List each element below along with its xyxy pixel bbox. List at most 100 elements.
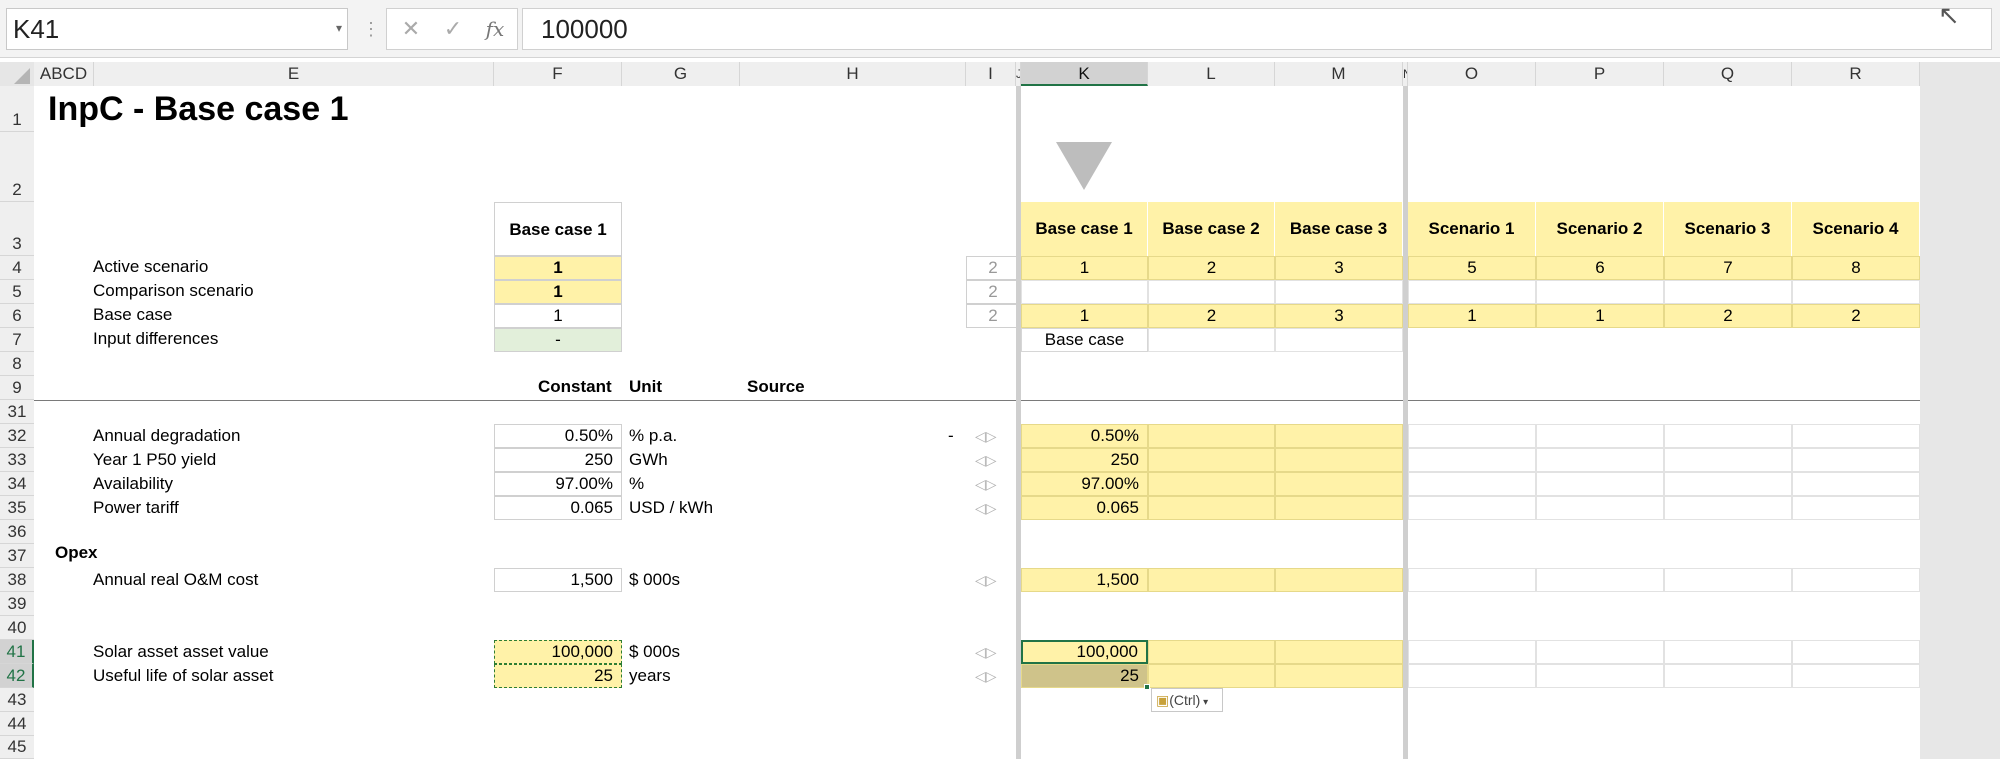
scenario-empty-degradation-0[interactable]: [1408, 424, 1536, 448]
m-useful-life-cell[interactable]: [1275, 664, 1403, 688]
column-header-l[interactable]: L: [1148, 62, 1275, 86]
freeze-pane-divider[interactable]: [1016, 86, 1021, 759]
base-case-value-0[interactable]: 1: [1021, 304, 1148, 328]
k-yield-cell[interactable]: 250: [1021, 448, 1148, 472]
copy-arrows-icon[interactable]: ◁▷: [975, 497, 997, 519]
comparison-empty-3[interactable]: [1408, 280, 1536, 304]
i-row6-cell[interactable]: 2: [966, 304, 1020, 328]
l-availability-cell[interactable]: [1148, 472, 1275, 496]
column-header-o[interactable]: O: [1408, 62, 1536, 86]
row-header-44[interactable]: 44: [0, 712, 34, 736]
row-header-2[interactable]: 2: [0, 132, 34, 202]
scenario-empty-asset-value-1[interactable]: [1536, 640, 1664, 664]
scenario-header-5[interactable]: Scenario 3: [1664, 202, 1792, 256]
row-header-4[interactable]: 4: [0, 256, 34, 280]
active-scenario-value-6[interactable]: 8: [1792, 256, 1920, 280]
active-scenario-value-3[interactable]: 5: [1408, 256, 1536, 280]
scenario-empty-om-2[interactable]: [1664, 568, 1792, 592]
comparison-empty-0[interactable]: [1021, 280, 1148, 304]
scenario-empty-availability-2[interactable]: [1664, 472, 1792, 496]
scenario-empty-yield-3[interactable]: [1792, 448, 1920, 472]
scenario-empty-useful-life-3[interactable]: [1792, 664, 1920, 688]
l-tariff-cell[interactable]: [1148, 496, 1275, 520]
column-header-q[interactable]: Q: [1664, 62, 1792, 86]
comparison-empty-5[interactable]: [1664, 280, 1792, 304]
copy-arrows-icon[interactable]: ◁▷: [975, 641, 997, 663]
f-header-cell[interactable]: Base case 1: [494, 202, 622, 256]
k-useful-life-cell[interactable]: 25: [1021, 664, 1148, 688]
row-header-39[interactable]: 39: [0, 592, 34, 616]
column-header-r[interactable]: R: [1792, 62, 1920, 86]
scenario-empty-tariff-1[interactable]: [1536, 496, 1664, 520]
f-om-cell[interactable]: 1,500: [494, 568, 622, 592]
f-useful-life-cell[interactable]: 25: [494, 664, 622, 688]
row-header-9[interactable]: 9: [0, 376, 34, 400]
m-tariff-cell[interactable]: [1275, 496, 1403, 520]
f-base-cell[interactable]: 1: [494, 304, 622, 328]
scenario-empty-tariff-3[interactable]: [1792, 496, 1920, 520]
scenario-empty-asset-value-2[interactable]: [1664, 640, 1792, 664]
f-yield-cell[interactable]: 250: [494, 448, 622, 472]
copy-arrows-icon[interactable]: ◁▷: [975, 473, 997, 495]
scenario-header-3[interactable]: Scenario 1: [1408, 202, 1536, 256]
column-header-f[interactable]: F: [494, 62, 622, 86]
row-header-35[interactable]: 35: [0, 496, 34, 520]
scenario-empty-availability-3[interactable]: [1792, 472, 1920, 496]
k-degradation-cell[interactable]: 0.50%: [1021, 424, 1148, 448]
m7-cell[interactable]: [1275, 328, 1403, 352]
base-case-value-4[interactable]: 1: [1536, 304, 1664, 328]
scenario-empty-asset-value-0[interactable]: [1408, 640, 1536, 664]
m-degradation-cell[interactable]: [1275, 424, 1403, 448]
active-scenario-value-1[interactable]: 2: [1148, 256, 1275, 280]
column-header-k[interactable]: K: [1021, 62, 1148, 86]
l-degradation-cell[interactable]: [1148, 424, 1275, 448]
column-header-e[interactable]: E: [94, 62, 494, 86]
column-header-h[interactable]: H: [740, 62, 966, 86]
cancel-icon[interactable]: ✕: [391, 9, 431, 49]
i-row5-cell[interactable]: 2: [966, 280, 1020, 304]
row-header-38[interactable]: 38: [0, 568, 34, 592]
row-header-37[interactable]: 37: [0, 544, 34, 568]
comparison-empty-1[interactable]: [1148, 280, 1275, 304]
scenario-header-4[interactable]: Scenario 2: [1536, 202, 1664, 256]
scenario-empty-om-1[interactable]: [1536, 568, 1664, 592]
copy-arrows-icon[interactable]: ◁▷: [975, 449, 997, 471]
row-header-43[interactable]: 43: [0, 688, 34, 712]
row-header-42[interactable]: 42: [0, 664, 34, 688]
row-header-31[interactable]: 31: [0, 400, 34, 424]
f-asset-value-cell[interactable]: 100,000: [494, 640, 622, 664]
name-box[interactable]: K41: [6, 8, 348, 50]
scenario-header-0[interactable]: Base case 1: [1021, 202, 1148, 256]
active-scenario-value-4[interactable]: 6: [1536, 256, 1664, 280]
active-scenario-value-5[interactable]: 7: [1664, 256, 1792, 280]
formula-input[interactable]: 100000: [522, 8, 1992, 50]
scenario-empty-om-3[interactable]: [1792, 568, 1920, 592]
scenario-header-2[interactable]: Base case 3: [1275, 202, 1403, 256]
row-header-40[interactable]: 40: [0, 616, 34, 640]
f-availability-cell[interactable]: 97.00%: [494, 472, 622, 496]
scenario-empty-degradation-2[interactable]: [1664, 424, 1792, 448]
m-asset-value-cell[interactable]: [1275, 640, 1403, 664]
column-header-abcd[interactable]: ABCD: [34, 62, 94, 86]
column-header-i[interactable]: I: [966, 62, 1016, 86]
m-om-cell[interactable]: [1275, 568, 1403, 592]
copy-arrows-icon[interactable]: ◁▷: [975, 425, 997, 447]
l-useful-life-cell[interactable]: [1148, 664, 1275, 688]
k-om-cell[interactable]: 1,500: [1021, 568, 1148, 592]
scenario-empty-yield-2[interactable]: [1664, 448, 1792, 472]
k-availability-cell[interactable]: 97.00%: [1021, 472, 1148, 496]
comparison-empty-2[interactable]: [1275, 280, 1403, 304]
row-header-32[interactable]: 32: [0, 424, 34, 448]
scenario-empty-yield-1[interactable]: [1536, 448, 1664, 472]
row-header-45[interactable]: 45: [0, 736, 34, 759]
f-tariff-cell[interactable]: 0.065: [494, 496, 622, 520]
scenario-empty-useful-life-0[interactable]: [1408, 664, 1536, 688]
active-scenario-value-2[interactable]: 3: [1275, 256, 1403, 280]
i-row4-cell[interactable]: 2: [966, 256, 1020, 280]
m-availability-cell[interactable]: [1275, 472, 1403, 496]
paste-options-button[interactable]: ▣(Ctrl) ▾: [1151, 688, 1223, 712]
f-comparison-cell[interactable]: 1: [494, 280, 622, 304]
base-case-value-2[interactable]: 3: [1275, 304, 1403, 328]
enter-icon[interactable]: ✓: [433, 9, 473, 49]
insert-function-icon[interactable]: fx: [475, 9, 515, 49]
